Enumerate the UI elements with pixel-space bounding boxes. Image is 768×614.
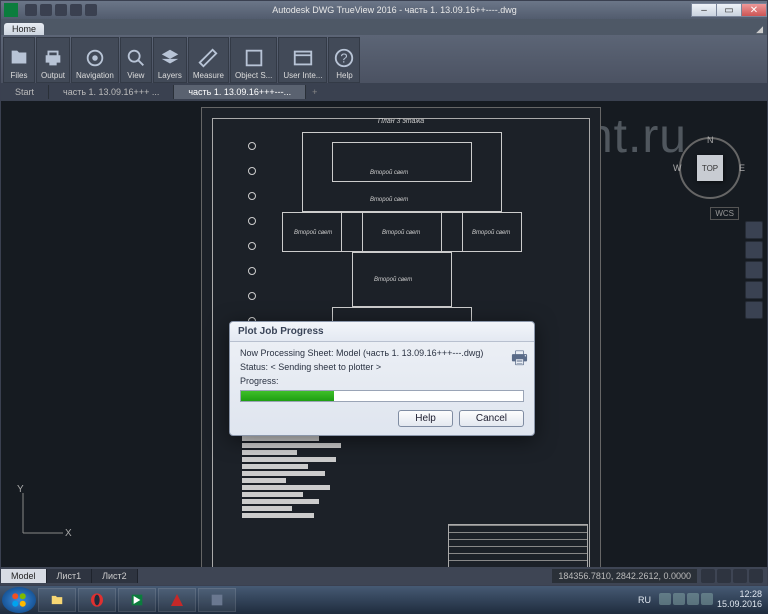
progress-bar <box>240 390 524 402</box>
document-tabs: Start часть 1. 13.09.16+++ ... часть 1. … <box>1 83 767 101</box>
drawing-canvas[interactable]: 64print.ru План 3 этажа Второй свет Втор… <box>1 101 767 567</box>
plotter-icon: 🖶 <box>511 346 528 376</box>
layout-tabs: Model Лист1 Лист2 184356.7810, 2842.2612… <box>1 567 767 585</box>
tab-doc-1[interactable]: часть 1. 13.09.16+++ ... <box>49 85 174 99</box>
windows-taskbar: RU 12:28 15.09.2016 <box>0 586 768 614</box>
coordinate-readout: 184356.7810, 2842.2612, 0.0000 <box>552 569 697 583</box>
ucs-y-label: Y <box>17 484 24 495</box>
dialog-progress-label: Progress: <box>240 376 524 386</box>
tray-language[interactable]: RU <box>634 595 655 605</box>
qat-undo-icon[interactable] <box>70 4 82 16</box>
viewcube-east[interactable]: E <box>739 163 745 173</box>
tray-icons[interactable] <box>658 593 714 607</box>
viewcube-west[interactable]: W <box>673 163 682 173</box>
cancel-button[interactable]: Cancel <box>459 410 524 427</box>
dialog-now-processing: Now Processing Sheet: Model (часть 1. 13… <box>240 348 524 358</box>
status-toggle-1[interactable] <box>701 569 715 583</box>
status-toggle-4[interactable] <box>749 569 763 583</box>
ribbon-tab-home[interactable]: Home <box>4 23 44 35</box>
ribbon-group-measure[interactable]: Measure <box>188 37 229 83</box>
ribbon-group-output[interactable]: Output <box>36 37 70 83</box>
layout-tab-sheet1[interactable]: Лист1 <box>47 569 93 583</box>
nav-showmotion-icon[interactable] <box>745 301 763 319</box>
status-toggle-2[interactable] <box>717 569 731 583</box>
dialog-status: Status: < Sending sheet to plotter > <box>240 362 524 372</box>
ribbon-expand-icon[interactable]: ◢ <box>756 24 763 35</box>
qat-open-icon[interactable] <box>25 4 37 16</box>
tab-start[interactable]: Start <box>1 85 49 99</box>
minimize-button[interactable]: – <box>691 3 717 17</box>
window-titlebar: Autodesk DWG TrueView 2016 - часть 1. 13… <box>1 1 767 19</box>
drawing-title-block <box>448 524 588 567</box>
viewcube[interactable]: TOP N E W <box>679 137 741 199</box>
viewcube-north[interactable]: N <box>707 135 714 145</box>
ribbon-group-layers[interactable]: Layers <box>153 37 187 83</box>
ribbon-tabbar: Home ◢ <box>1 19 767 35</box>
viewcube-top[interactable]: TOP <box>697 155 723 181</box>
ribbon-group-files[interactable]: Files <box>3 37 35 83</box>
maximize-button[interactable]: ▭ <box>716 3 742 17</box>
close-button[interactable]: ✕ <box>741 3 767 17</box>
ribbon-group-help[interactable]: ?Help <box>328 37 360 83</box>
taskbar-opera[interactable] <box>78 588 116 612</box>
ribbon: Files Output Navigation View Layers Meas… <box>1 35 767 83</box>
taskbar-dwg-trueview[interactable] <box>118 588 156 612</box>
taskbar-autocad[interactable] <box>158 588 196 612</box>
nav-pan-icon[interactable] <box>745 241 763 259</box>
ribbon-group-object-snap[interactable]: Object S... <box>230 37 277 83</box>
app-icon <box>4 3 18 17</box>
taskbar-app[interactable] <box>198 588 236 612</box>
dialog-title: Plot Job Progress <box>230 322 534 342</box>
drawing-notes <box>242 436 352 520</box>
nav-zoom-icon[interactable] <box>745 261 763 279</box>
tab-doc-2[interactable]: часть 1. 13.09.16+++---... <box>174 85 306 99</box>
status-toggle-3[interactable] <box>733 569 747 583</box>
navigation-bar <box>745 221 763 319</box>
help-button[interactable]: Help <box>398 410 453 427</box>
layout-tab-model[interactable]: Model <box>1 569 47 583</box>
qat-plot-icon[interactable] <box>55 4 67 16</box>
taskbar-explorer[interactable] <box>38 588 76 612</box>
plot-progress-dialog: Plot Job Progress 🖶 Now Processing Sheet… <box>229 321 535 436</box>
ribbon-group-user-interface[interactable]: User Inte... <box>278 37 327 83</box>
layout-tab-sheet2[interactable]: Лист2 <box>92 569 138 583</box>
ribbon-group-view[interactable]: View <box>120 37 152 83</box>
nav-orbit-icon[interactable] <box>745 281 763 299</box>
ucs-icon: X Y <box>13 483 73 543</box>
tray-clock[interactable]: 12:28 15.09.2016 <box>717 590 762 610</box>
start-button[interactable] <box>2 587 36 613</box>
svg-text:?: ? <box>341 51 348 66</box>
wcs-label[interactable]: WCS <box>710 207 739 220</box>
qat-redo-icon[interactable] <box>85 4 97 16</box>
qat-save-icon[interactable] <box>40 4 52 16</box>
ribbon-group-navigation[interactable]: Navigation <box>71 37 119 83</box>
ucs-x-label: X <box>65 528 72 539</box>
window-title: Autodesk DWG TrueView 2016 - часть 1. 13… <box>97 5 692 15</box>
tab-add-icon[interactable]: + <box>306 85 323 99</box>
nav-wheel-icon[interactable] <box>745 221 763 239</box>
